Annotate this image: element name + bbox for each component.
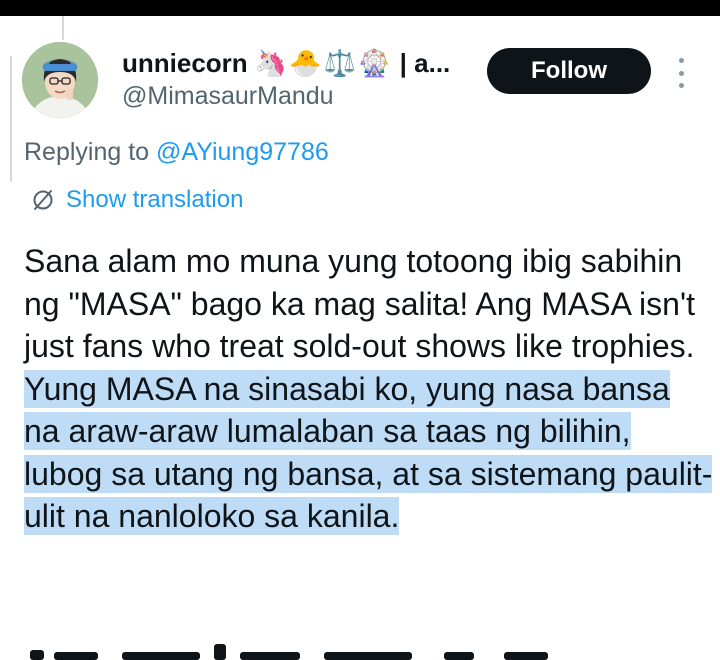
author-name-text: unniecorn — [122, 48, 248, 78]
top-status-bar — [0, 0, 720, 16]
author-name-suffix: | a... — [399, 48, 451, 78]
author-display-name[interactable]: unniecorn 🦄🐣⚖️🎡 | a... — [122, 48, 450, 79]
show-translation-link[interactable]: Show translation — [66, 186, 243, 214]
follow-button[interactable]: Follow — [487, 48, 651, 94]
tweet-text-highlighted: Yung MASA na sinasabi ko, yung nasa bans… — [24, 369, 713, 535]
tweet-text: Sana alam mo muna yung totoong ibig sabi… — [24, 240, 714, 538]
scroll-indicator — [10, 56, 12, 182]
tweet-text-plain: Sana alam mo muna yung totoong ibig sabi… — [24, 243, 695, 364]
author-handle[interactable]: @MimasaurMandu — [122, 82, 334, 111]
avatar[interactable] — [22, 42, 98, 118]
replying-to-prefix: Replying to — [24, 138, 157, 166]
reply-handle-link[interactable]: @AYiung97786 — [156, 138, 329, 166]
translate-icon[interactable] — [31, 188, 55, 212]
author-name-emojis: 🦄🐣⚖️🎡 — [254, 48, 393, 78]
next-tweet-text-cropped — [24, 640, 584, 660]
thread-connector-line — [62, 16, 64, 40]
replying-to: Replying to @AYiung97786 — [24, 138, 329, 167]
more-vertical-icon[interactable] — [674, 58, 688, 88]
